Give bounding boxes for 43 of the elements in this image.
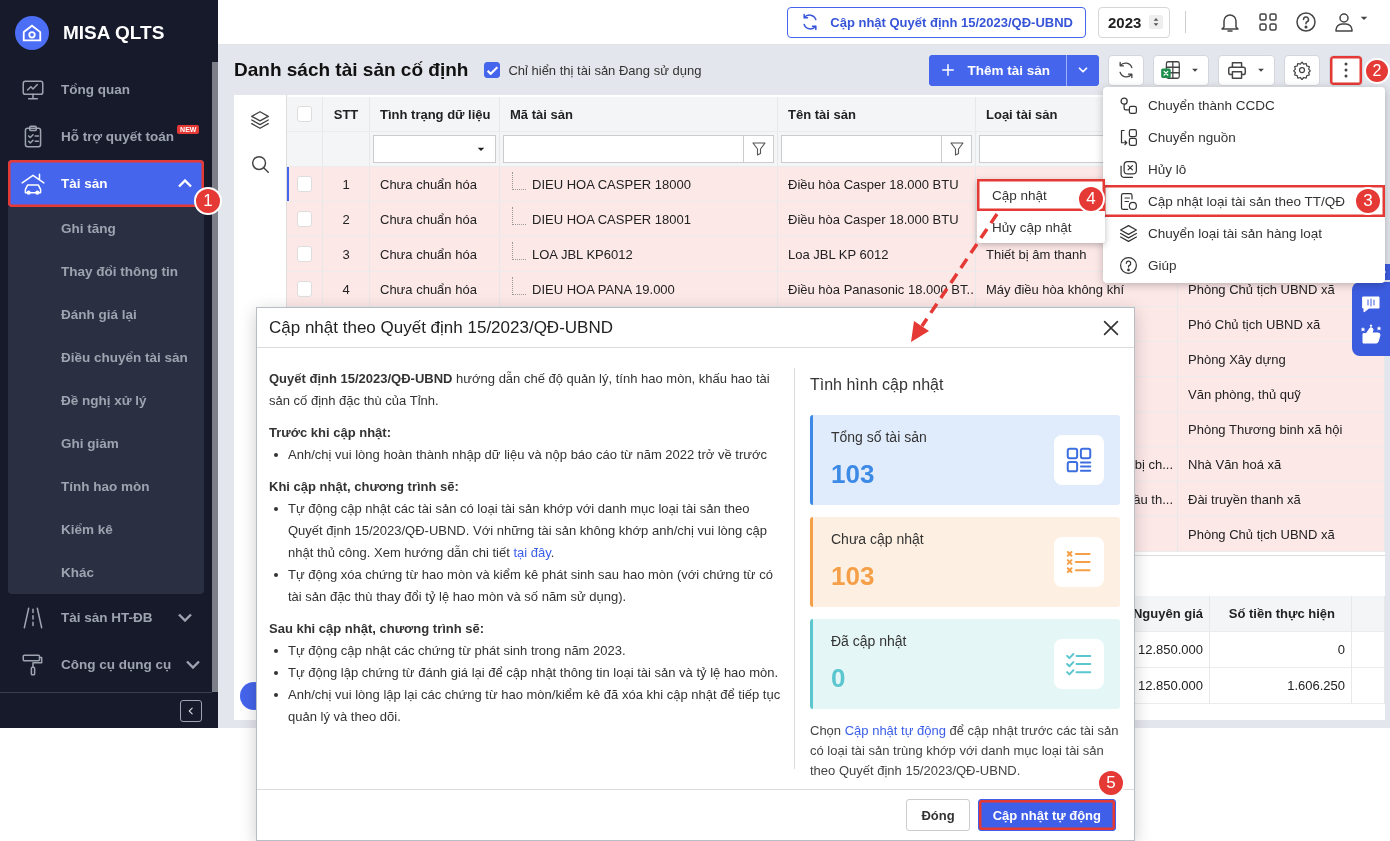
table-cell: DIEU HOA CASPER 18000: [500, 167, 778, 202]
status-title: Tình hình cập nhật: [810, 376, 945, 394]
table-cell: 1: [323, 167, 370, 202]
stat-value: 103: [831, 561, 876, 592]
table-cell: DIEU HOA CASPER 18001: [500, 202, 778, 237]
table-cell: Phòng Chủ tịch UBND xã: [1178, 517, 1385, 552]
app-name: MISA QLTS: [63, 22, 165, 44]
table-cell: Văn phòng, thủ quỹ: [1178, 377, 1385, 412]
table-cell: Điều hòa Casper 18.000 BTU: [778, 202, 976, 237]
stat-label: Tổng số tài sản: [831, 429, 927, 445]
dialog-title: Cập nhật theo Quyết định 15/2023/QĐ-UBND: [269, 317, 613, 338]
bullet-text: Tự động cập nhật các tài sản có loại tài sản khớp với danh mục loại tài sản theo Quyết định 15/2023/QĐ-UBND. Với những tài sản không khớp anh/chị vui lòng cập nhật thủ công. Xem hướng dẫn chi tiết tại đây.: [269, 498, 782, 564]
bullet-text: Tự động xóa chứng từ hao mòn và kiểm kê phát sinh sau hao mòn (với chứng từ có tài sản đặc thù thay đổi tỷ lệ hao mòn và số năm sử dụng).: [269, 564, 782, 608]
table-cell: LOA JBL KP6012: [500, 237, 778, 272]
table-cell: Điều hòa Casper 18.000 BTU: [778, 167, 976, 202]
table-cell: Đài truyền thanh xã: [1178, 482, 1385, 517]
table-cell: Phòng Xây dựng: [1178, 342, 1385, 377]
stat-label: Đã cập nhật: [831, 633, 907, 649]
table-cell: 2: [323, 202, 370, 237]
step-badge: 2: [1364, 57, 1390, 84]
table-cell: Chưa chuẩn hóa: [370, 237, 500, 272]
section-heading: Khi cập nhật, chương trình sẽ:: [269, 478, 460, 496]
table-cell: 3: [323, 237, 370, 272]
stat-value: 103: [831, 459, 876, 490]
table-cell: Chưa chuẩn hóa: [370, 167, 500, 202]
bullet-text: Anh/chị vui lòng hoàn thành nhập dữ liệu và nộp báo cáo từ năm 2022 trở về trước: [269, 444, 782, 466]
table-cell: 4: [323, 272, 370, 307]
table-cell: Nhà Văn hoá xã: [1178, 447, 1385, 482]
table-cell: 1.606.250: [1210, 668, 1352, 704]
page-title: Danh sách tài sản cố định: [234, 59, 469, 81]
stat-label: Chưa cập nhật: [831, 531, 924, 547]
table-cell: Chưa chuẩn hóa: [370, 202, 500, 237]
table-cell: 0: [1210, 632, 1352, 668]
step-badge: 3: [1354, 187, 1382, 215]
intro-text: Quyết định 15/2023/QĐ-UBND hướng dẫn chế độ quản lý, tính hao mòn, khấu hao tài sản cố định đặc thù của Tỉnh.: [269, 370, 771, 410]
table-cell: DIEU HOA PANA 19.000: [500, 272, 778, 307]
table-cell: Chưa chuẩn hóa: [370, 272, 500, 307]
step-badge: 4: [1077, 185, 1105, 213]
table-cell: Loa JBL KP 6012: [778, 237, 976, 272]
section-heading: Trước khi cập nhật:: [269, 424, 392, 442]
step-badge: 5: [1097, 769, 1125, 797]
checkbox-label: Chỉ hiển thị tài sản Đang sử dụng: [508, 62, 702, 78]
table-cell: Phòng Thương binh xã hội: [1178, 412, 1385, 447]
